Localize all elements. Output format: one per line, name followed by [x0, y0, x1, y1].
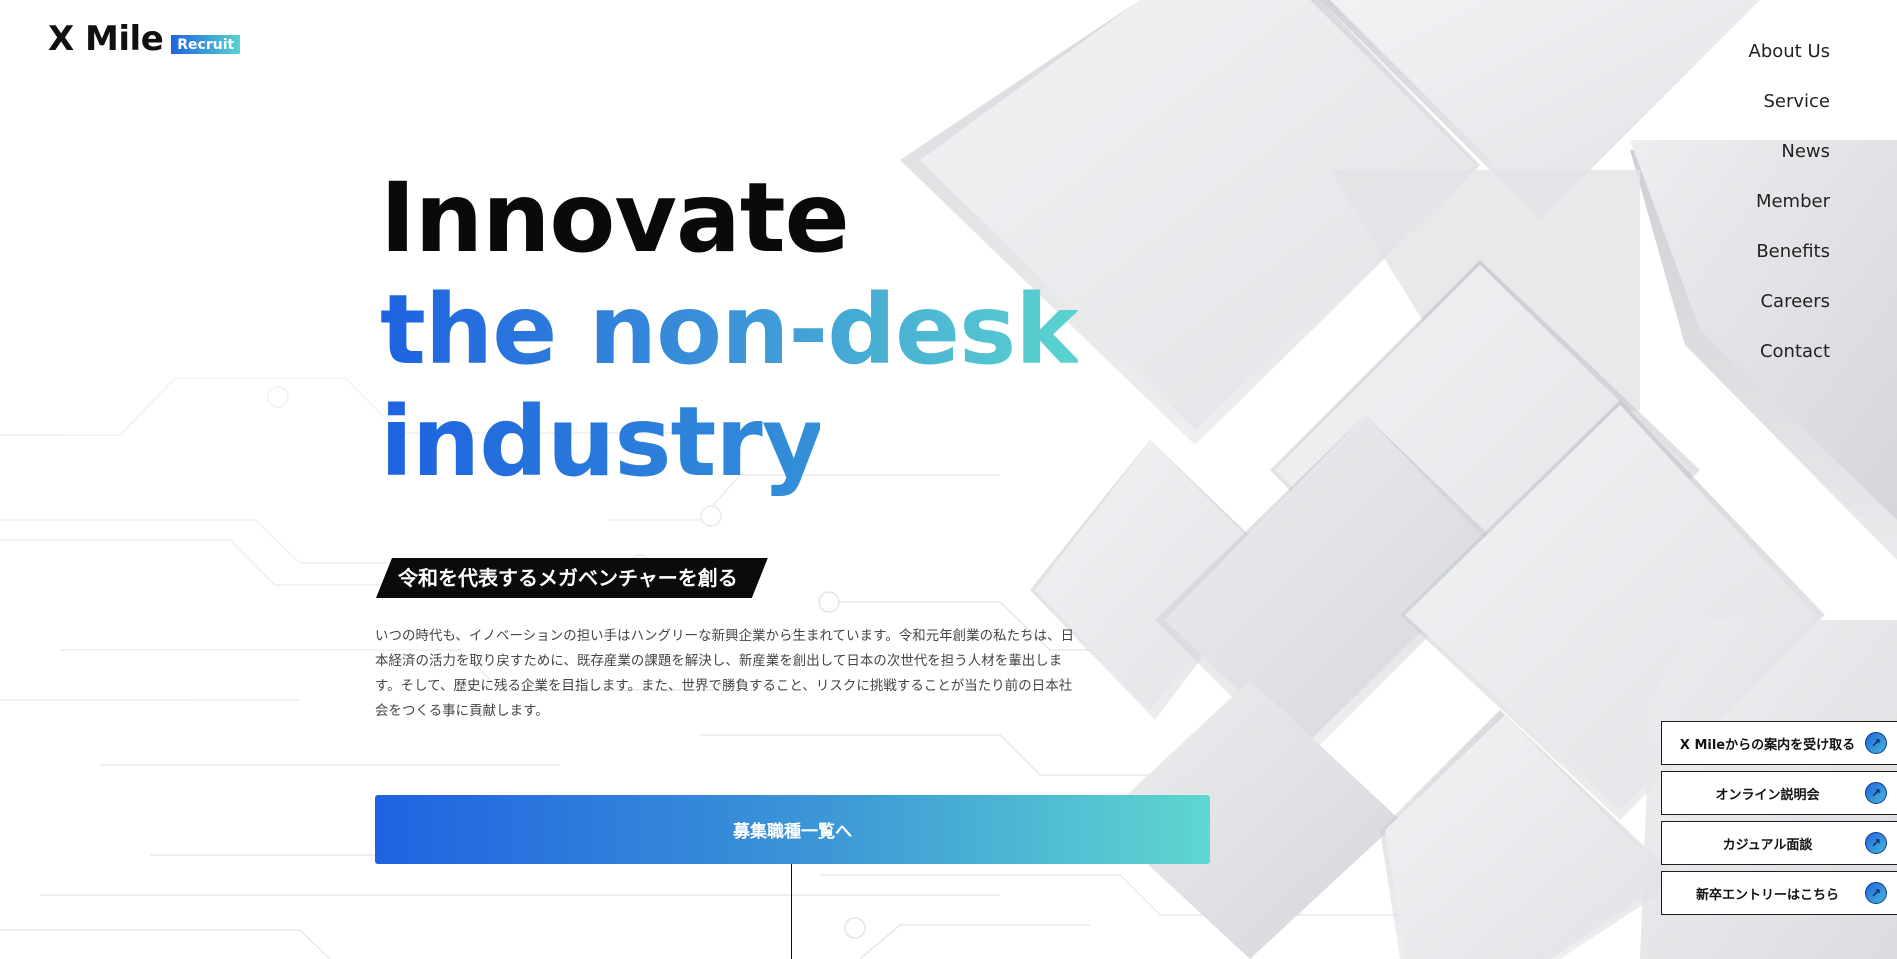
- nav-item-member[interactable]: Member: [1756, 188, 1830, 238]
- nav-item-about-us[interactable]: About Us: [1749, 38, 1831, 88]
- nav-item-contact[interactable]: Contact: [1760, 338, 1830, 388]
- receive-info-button[interactable]: X Mileからの案内を受け取る ↗: [1661, 721, 1897, 765]
- nav-item-benefits[interactable]: Benefits: [1756, 238, 1830, 288]
- online-briefing-label: オンライン説明会: [1715, 787, 1820, 803]
- nav-item-news[interactable]: News: [1781, 138, 1830, 188]
- hero-heading: Innovate the non-desk industry: [380, 162, 1079, 498]
- hero-line-3: industry: [380, 386, 824, 498]
- brand-logo[interactable]: X Mile Recruit: [48, 19, 241, 59]
- recruit-badge: Recruit: [171, 35, 241, 54]
- hero-line-1: Innovate: [380, 162, 850, 274]
- arrow-up-right-icon: ↗: [1865, 882, 1887, 904]
- new-grad-entry-button[interactable]: 新卒エントリーはこちら ↗: [1661, 871, 1897, 915]
- hero-line-2: the non-desk: [380, 274, 1079, 386]
- scroll-indicator-line: [791, 864, 792, 959]
- arrow-up-right-icon: ↗: [1865, 782, 1887, 804]
- receive-info-label: X Mileからの案内を受け取る: [1679, 737, 1856, 753]
- new-grad-entry-label: 新卒エントリーはこちら: [1695, 887, 1839, 903]
- job-list-button[interactable]: 募集職種一覧へ: [375, 795, 1210, 864]
- brand-name: X Mile: [48, 19, 164, 59]
- arrow-up-right-icon: ↗: [1865, 832, 1887, 854]
- casual-interview-button[interactable]: カジュアル面談 ↗: [1661, 821, 1897, 865]
- side-action-buttons: X Mileからの案内を受け取る ↗ オンライン説明会 ↗ カジュアル面談 ↗ …: [1661, 721, 1897, 921]
- nav-item-service[interactable]: Service: [1763, 88, 1830, 138]
- job-list-button-label: 募集職種一覧へ: [733, 822, 852, 842]
- lead-paragraph: いつの時代も、イノベーションの担い手はハングリーな新興企業から生まれています。令…: [375, 629, 1075, 719]
- nav-item-careers[interactable]: Careers: [1760, 288, 1830, 338]
- tagline-banner: 令和を代表するメガベンチャーを創る: [376, 558, 768, 598]
- main-nav: About Us Service News Member Benefits Ca…: [1749, 38, 1831, 388]
- casual-interview-label: カジュアル面談: [1722, 837, 1813, 853]
- online-briefing-button[interactable]: オンライン説明会 ↗: [1661, 771, 1897, 815]
- arrow-up-right-icon: ↗: [1865, 732, 1887, 754]
